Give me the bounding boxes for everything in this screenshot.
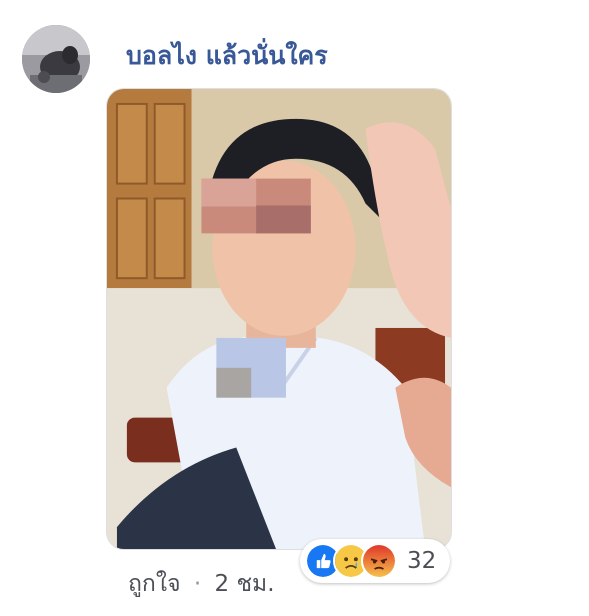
reaction-count: 32 — [407, 548, 437, 574]
comment-actions: ถูกใจ · 2 ชม. — [128, 566, 275, 602]
comment-author-name[interactable]: บอลไง แล้วนั่นใคร — [126, 36, 328, 76]
like-link[interactable]: ถูกใจ — [128, 571, 181, 597]
avatar[interactable] — [22, 25, 90, 93]
separator: · — [193, 571, 202, 597]
angry-icon — [361, 543, 397, 579]
avatar-image — [22, 25, 90, 93]
comment-photo[interactable] — [106, 88, 452, 550]
reactions-summary[interactable]: 32 — [300, 539, 450, 583]
photo-image — [107, 89, 451, 549]
comment-time[interactable]: 2 ชม. — [215, 571, 275, 597]
